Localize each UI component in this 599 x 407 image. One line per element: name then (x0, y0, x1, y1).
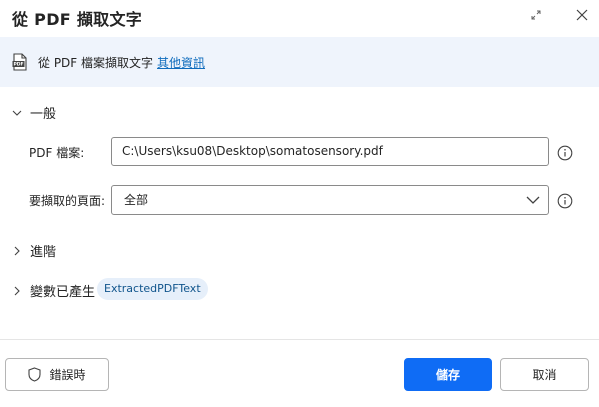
pages-select[interactable]: 全部 (111, 185, 549, 215)
section-general-toggle[interactable]: 一般 (12, 103, 56, 122)
pdf-file-label: PDF 檔案: (29, 146, 85, 160)
section-general-label: 一般 (30, 107, 57, 122)
chevron-down-icon (526, 196, 540, 204)
shield-icon (28, 367, 42, 382)
section-advanced-toggle[interactable]: 進階 (12, 241, 56, 260)
pages-label: 要擷取的頁面: (29, 194, 106, 208)
pdf-file-icon: PDF (12, 53, 27, 71)
footer-divider (0, 339, 599, 340)
chevron-right-icon (14, 246, 20, 255)
section-advanced-label: 進階 (30, 245, 57, 260)
pdf-file-input[interactable]: C:\Users\ksu08\Desktop\somatosensory.pdf (111, 137, 549, 166)
section-variables-label: 變數已產生 (30, 285, 96, 300)
pages-select-value: 全部 (124, 193, 149, 207)
on-error-label: 錯誤時 (49, 368, 86, 382)
info-icon[interactable] (557, 145, 573, 161)
section-variables-toggle[interactable]: 變數已產生 (12, 281, 95, 300)
variable-chip[interactable]: ExtractedPDFText (97, 278, 208, 300)
close-icon (576, 9, 588, 21)
dialog-title: 從 PDF 擷取文字 (12, 10, 143, 29)
info-bar: PDF 從 PDF 檔案擷取文字 其他資訊 (0, 37, 599, 87)
chevron-down-icon (12, 110, 22, 116)
action-description: 從 PDF 檔案擷取文字 (38, 55, 154, 70)
svg-text:PDF: PDF (13, 62, 23, 68)
close-button[interactable] (571, 4, 593, 26)
save-button[interactable]: 儲存 (404, 358, 492, 391)
on-error-button[interactable]: 錯誤時 (5, 358, 109, 391)
cancel-button[interactable]: 取消 (500, 358, 589, 391)
info-icon[interactable] (557, 193, 573, 209)
chevron-right-icon (14, 286, 20, 295)
more-info-link[interactable]: 其他資訊 (157, 54, 205, 71)
expand-icon (531, 10, 541, 20)
expand-button[interactable] (525, 4, 547, 26)
